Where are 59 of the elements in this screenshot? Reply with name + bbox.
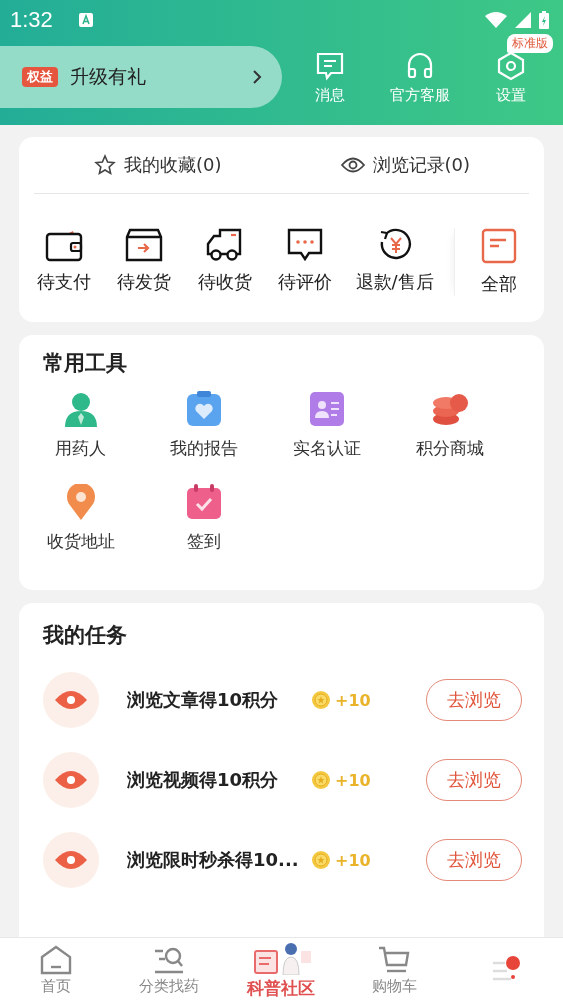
person-icon[interactable] (62, 391, 99, 427)
order-status-link[interactable]: 待评价 (278, 270, 333, 294)
coins-icon[interactable] (430, 391, 469, 427)
tool-link[interactable]: 实名认证 (292, 437, 361, 460)
section-title: 常用工具 (43, 350, 128, 377)
order-status-link[interactable]: 退款/售后 (355, 270, 434, 294)
home-icon[interactable] (40, 944, 73, 975)
order-status-link[interactable]: 待收货 (197, 270, 252, 294)
report-icon[interactable] (185, 391, 222, 427)
id-card-icon[interactable] (308, 391, 345, 427)
task-title: 浏览文章得10积分 (127, 688, 280, 712)
star-icon[interactable] (94, 154, 116, 176)
eye-icon (43, 752, 99, 808)
nav-tab[interactable]: 首页 (41, 976, 72, 996)
tool-link[interactable]: 我的报告 (169, 437, 238, 460)
box-icon[interactable] (125, 228, 164, 262)
eye-icon[interactable] (340, 156, 365, 174)
calendar-check-icon[interactable] (185, 484, 222, 520)
wifi-icon (485, 12, 507, 28)
points-reward: +10 (335, 770, 372, 790)
eye-icon (43, 672, 99, 728)
status-time: 1:32 (10, 7, 53, 33)
section-title: 我的任务 (43, 622, 128, 649)
task-title: 浏览视频得10积分 (127, 768, 280, 792)
coin-icon (311, 690, 331, 710)
signal-icon (515, 12, 531, 28)
tool-link[interactable]: 积分商城 (415, 437, 484, 460)
promo-label: 升级有礼 (70, 64, 147, 89)
truck-icon[interactable] (205, 228, 244, 262)
benefit-badge: 权益 (22, 67, 58, 87)
order-status-link[interactable]: 全部 (480, 272, 517, 296)
task-title: 浏览限时秒杀得10... (127, 848, 300, 872)
coin-icon (311, 770, 331, 790)
list-icon[interactable] (480, 228, 517, 264)
points-reward: +10 (335, 690, 372, 710)
cart-icon[interactable] (378, 944, 411, 975)
browse-button[interactable]: 去浏览 (426, 679, 522, 721)
browse-button[interactable]: 去浏览 (426, 839, 522, 881)
order-status-link[interactable]: 待支付 (37, 270, 91, 294)
nav-tab[interactable]: 科普社区 (247, 976, 316, 1000)
points-reward: +10 (335, 850, 372, 870)
browse-button[interactable]: 去浏览 (426, 759, 522, 801)
tool-link[interactable]: 签到 (186, 530, 221, 553)
quick-link[interactable]: 浏览记录(0) (372, 153, 470, 177)
quick-link[interactable]: 我的收藏(0) (124, 153, 222, 177)
upgrade-banner[interactable]: 权益 升级有礼 (0, 46, 282, 108)
battery-icon (539, 11, 549, 29)
order-status-link[interactable]: 待发货 (117, 270, 172, 294)
tool-link[interactable]: 用药人 (55, 437, 106, 460)
eye-icon (43, 832, 99, 888)
tool-link[interactable]: 收货地址 (46, 530, 115, 553)
wallet-icon[interactable] (45, 228, 83, 262)
edition-badge: 标准版 (506, 33, 553, 53)
chevron-icon (252, 70, 262, 84)
nav-tab[interactable]: 购物车 (371, 976, 417, 996)
coin-icon (311, 850, 331, 870)
keyboard-icon (78, 13, 93, 27)
chat-icon[interactable] (286, 228, 325, 262)
nav-tab[interactable]: 分类找药 (138, 976, 199, 996)
